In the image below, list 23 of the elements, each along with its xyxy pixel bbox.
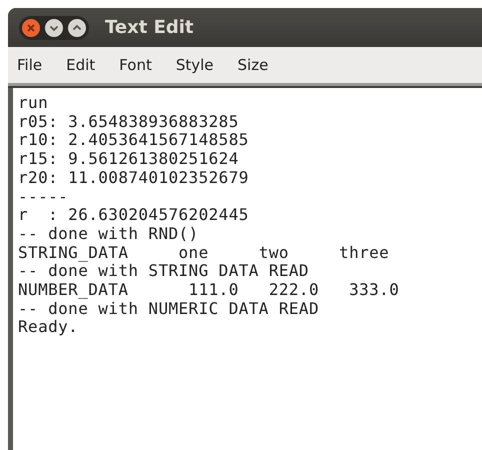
text-line: run — [18, 94, 48, 113]
text-line: Ready. — [18, 318, 78, 338]
text-line: ----- — [18, 188, 68, 206]
text-line: r20: 11.008740102352679 — [18, 168, 249, 188]
close-icon[interactable] — [21, 18, 41, 38]
window-title: Text Edit — [105, 17, 194, 38]
maximize-icon[interactable] — [67, 18, 87, 38]
text-line: NUMBER_DATA 111.0 222.0 333.0 — [18, 281, 400, 300]
text-line: r10: 2.4053641567148585 — [18, 131, 249, 150]
text-line: STRING_DATA one two three — [18, 244, 390, 262]
text-line: -- done with RND() — [18, 224, 199, 244]
text-area[interactable] — [8, 88, 482, 450]
menu-item[interactable]: Style — [172, 56, 226, 74]
menu-item[interactable]: Size — [234, 56, 280, 74]
minimize-icon[interactable] — [44, 18, 64, 38]
text-line: r : 26.630204576202445 — [18, 206, 249, 225]
menu-item[interactable]: Font — [115, 56, 164, 74]
text-line: -- done with STRING DATA READ — [18, 262, 309, 282]
text-line: -- done with NUMERIC DATA READ — [18, 300, 319, 318]
text-line: r15: 9.561261380251624 — [18, 150, 239, 169]
menu-item[interactable]: File — [13, 56, 54, 74]
text-line: r05: 3.654838936883285 — [18, 112, 239, 132]
menu-item[interactable]: Edit — [62, 56, 108, 74]
